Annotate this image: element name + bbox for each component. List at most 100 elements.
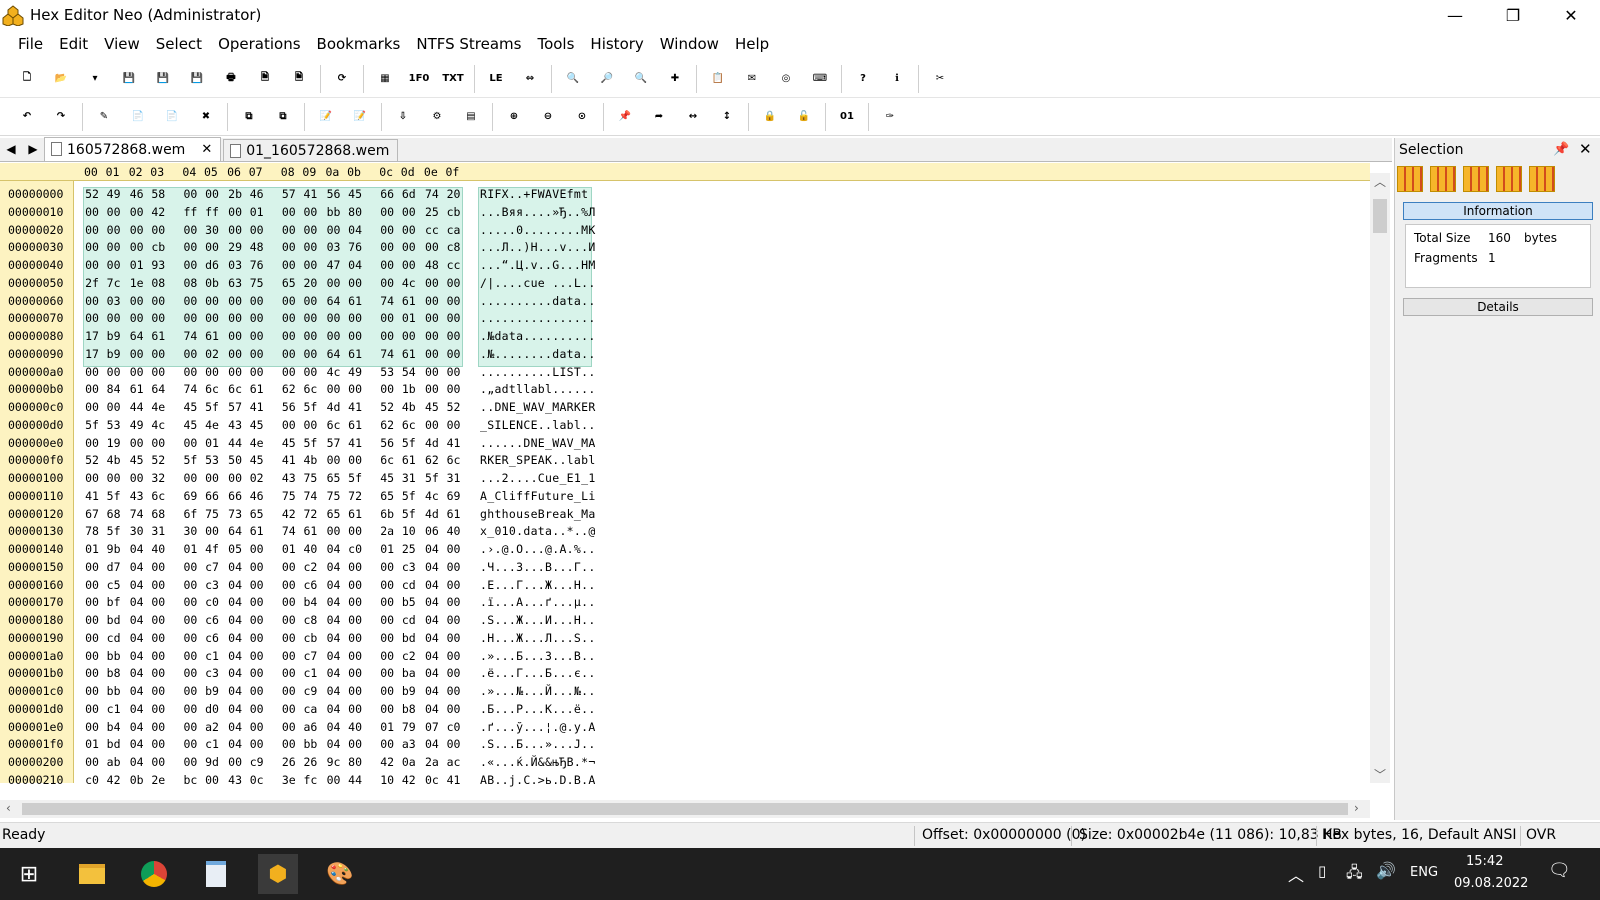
hex-byte[interactable]: 45 — [345, 187, 365, 201]
hex-byte[interactable]: 61 — [399, 294, 419, 308]
hex-byte[interactable]: 79 — [399, 720, 419, 734]
hex-byte[interactable]: 00 — [444, 666, 464, 680]
hex-byte[interactable]: 00 — [444, 347, 464, 361]
hex-byte[interactable]: 5f — [300, 400, 320, 414]
hex-byte[interactable]: 00 — [127, 223, 147, 237]
hex-byte[interactable]: 00 — [377, 276, 397, 290]
hex-byte[interactable]: 00 — [127, 471, 147, 485]
help-icon[interactable]: ? — [850, 66, 876, 92]
hex-byte[interactable]: 00 — [148, 560, 168, 574]
hex-byte[interactable]: 25 — [422, 205, 442, 219]
hex-byte[interactable]: 01 — [202, 436, 222, 450]
hex-byte[interactable]: 4d — [324, 400, 344, 414]
hex-byte[interactable]: 00 — [300, 347, 320, 361]
hex-byte[interactable]: 00 — [104, 240, 124, 254]
hex-byte[interactable]: 52 — [444, 400, 464, 414]
menu-view[interactable]: View — [96, 35, 148, 53]
hex-byte[interactable]: 00 — [127, 205, 147, 219]
hex-byte[interactable]: 00 — [377, 560, 397, 574]
hex-byte[interactable]: 66 — [202, 489, 222, 503]
network-icon[interactable]: 🖧 — [1346, 862, 1363, 887]
hex-byte[interactable]: 00 — [127, 365, 147, 379]
hex-byte[interactable]: 75 — [247, 276, 267, 290]
hex-byte[interactable]: 00 — [127, 240, 147, 254]
hex-byte[interactable]: c0 — [202, 595, 222, 609]
go-forward-icon[interactable]: ➦ — [646, 104, 672, 130]
hex-byte[interactable]: 00 — [377, 329, 397, 343]
row-text[interactable]: .„adtllabl...... — [480, 382, 595, 396]
row-text[interactable]: RKER_SPEAK..labl — [480, 453, 595, 467]
hex-byte[interactable]: 40 — [300, 542, 320, 556]
hex-byte[interactable]: 2a — [377, 524, 397, 538]
paint-icon[interactable]: 🎨 — [320, 854, 360, 894]
hex-byte[interactable]: 42 — [104, 773, 124, 787]
hex-byte[interactable]: 00 — [127, 311, 147, 325]
hex-byte[interactable]: 00 — [180, 471, 200, 485]
hex-byte[interactable]: 04 — [127, 649, 147, 663]
hex-byte[interactable]: 64 — [324, 294, 344, 308]
hex-byte[interactable]: 04 — [225, 613, 245, 627]
hex-byte[interactable]: 41 — [300, 187, 320, 201]
hex-byte[interactable]: 04 — [225, 560, 245, 574]
patch-apply-icon[interactable]: 📝 — [347, 104, 373, 130]
refresh-icon[interactable]: ⟳ — [329, 66, 355, 92]
lock-icon[interactable]: 🔒 — [757, 104, 783, 130]
hex-byte[interactable]: 00 — [279, 560, 299, 574]
hex-byte[interactable]: 00 — [225, 329, 245, 343]
hex-byte[interactable]: 00 — [444, 276, 464, 290]
row-text[interactable]: ...2....Cue_E1_1 — [480, 471, 595, 485]
hex-byte[interactable]: 61 — [247, 382, 267, 396]
hex-byte[interactable]: 42 — [148, 205, 168, 219]
hex-byte[interactable]: 04 — [422, 595, 442, 609]
hex-byte[interactable]: 00 — [82, 240, 102, 254]
hex-byte[interactable]: 00 — [444, 595, 464, 609]
hex-byte[interactable]: 02 — [202, 347, 222, 361]
hex-byte[interactable]: 04 — [127, 737, 147, 751]
hex-byte[interactable]: 65 — [247, 507, 267, 521]
hex-byte[interactable]: cd — [399, 578, 419, 592]
settings-tools-icon[interactable]: ✂ — [927, 66, 953, 92]
hex-byte[interactable]: 00 — [279, 418, 299, 432]
hex-byte[interactable]: 58 — [148, 187, 168, 201]
hex-byte[interactable]: 00 — [247, 702, 267, 716]
zoom-in-icon[interactable]: ⊕ — [501, 104, 527, 130]
save-icon[interactable]: 💾 — [116, 66, 142, 92]
hex-byte[interactable]: 00 — [180, 240, 200, 254]
hex-byte[interactable]: 00 — [377, 595, 397, 609]
hex-view-icon[interactable]: ▦ — [372, 66, 398, 92]
hex-byte[interactable]: b8 — [399, 702, 419, 716]
hex-byte[interactable]: 47 — [324, 258, 344, 272]
hex-byte[interactable]: 00 — [279, 684, 299, 698]
hex-byte[interactable]: 00 — [202, 365, 222, 379]
scroll-up-icon[interactable]: ︿ — [1370, 173, 1390, 190]
hex-byte[interactable]: 00 — [202, 311, 222, 325]
row-text[interactable]: .»...№...Й...№.. — [480, 684, 595, 698]
hex-byte[interactable]: 69 — [180, 489, 200, 503]
hex-byte[interactable]: 00 — [399, 223, 419, 237]
row-text[interactable]: ...Л..)H...v...И — [480, 240, 595, 254]
hex-byte[interactable]: 93 — [148, 258, 168, 272]
row-text[interactable]: RIFX..+FWAVEfmt — [480, 187, 594, 201]
hex-byte[interactable]: 00 — [345, 311, 365, 325]
hex-byte[interactable]: 00 — [247, 223, 267, 237]
hex-byte[interactable]: 20 — [300, 276, 320, 290]
hex-byte[interactable]: 04 — [324, 578, 344, 592]
insert-icon[interactable]: 📄 — [125, 104, 151, 130]
hex-byte[interactable]: 00 — [324, 311, 344, 325]
hex-byte[interactable]: 0b — [202, 276, 222, 290]
hex-byte[interactable]: 00 — [279, 737, 299, 751]
hex-byte[interactable]: 0c — [247, 773, 267, 787]
hex-byte[interactable]: 72 — [345, 489, 365, 503]
hex-byte[interactable]: 00 — [444, 702, 464, 716]
volume-icon[interactable]: 🔊 — [1376, 861, 1396, 880]
hex-byte[interactable]: 45 — [247, 453, 267, 467]
notifications-icon[interactable]: 🗨 — [1548, 860, 1571, 881]
hex-byte[interactable]: 41 — [247, 400, 267, 414]
hex-byte[interactable]: 01 — [127, 258, 147, 272]
hex-byte[interactable]: 74 — [300, 489, 320, 503]
hex-byte[interactable]: 54 — [399, 365, 419, 379]
hex-byte[interactable]: 2f — [82, 276, 102, 290]
hex-byte[interactable]: 00 — [148, 365, 168, 379]
hex-byte[interactable]: 00 — [148, 702, 168, 716]
web-icon[interactable]: ◎ — [773, 66, 799, 92]
